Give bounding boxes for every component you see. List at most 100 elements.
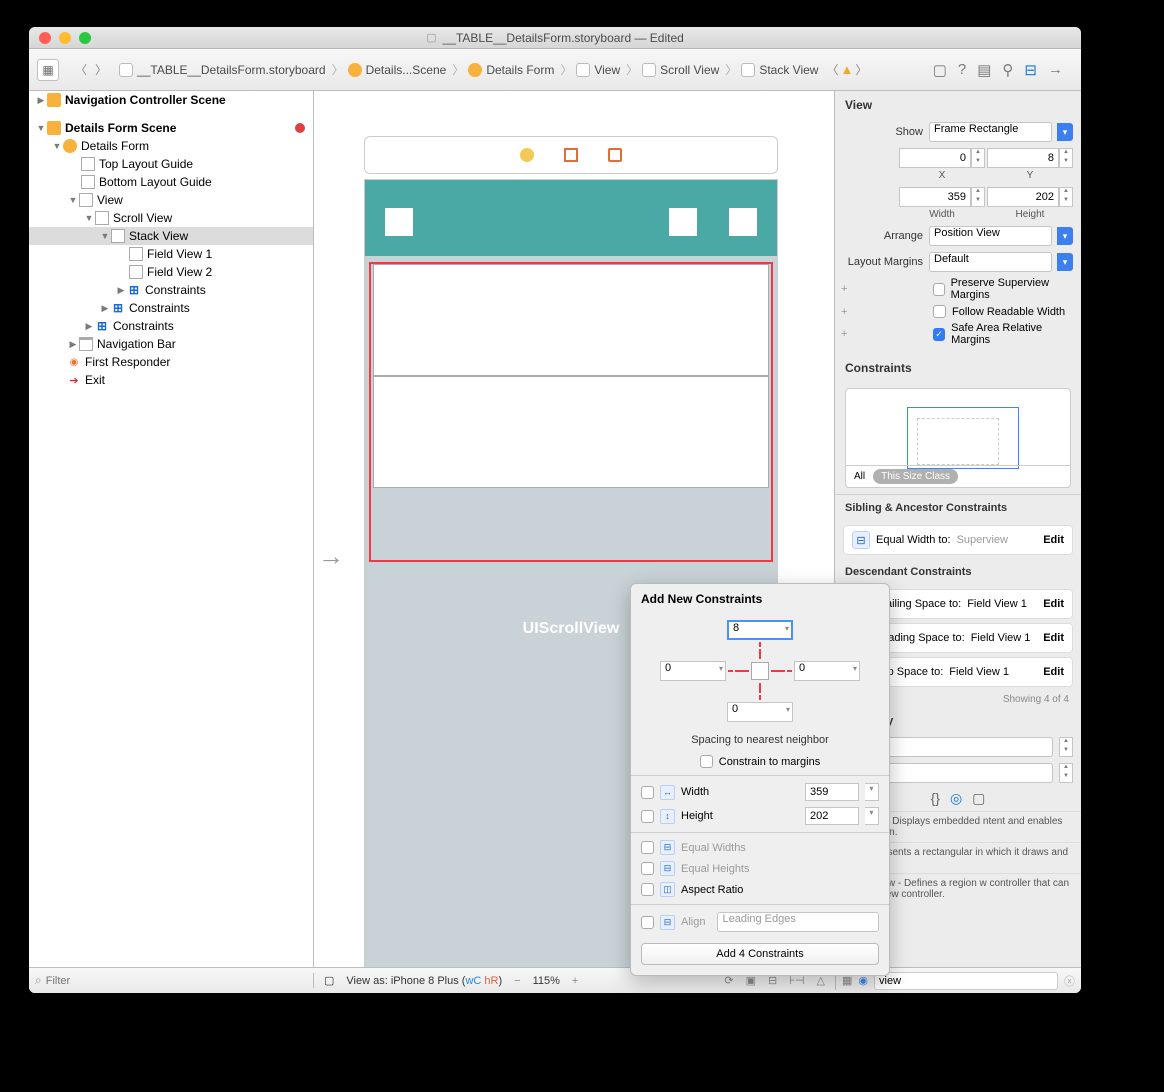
outline-item-constraints-scroll[interactable]: Constraints [129, 301, 190, 315]
crumb-controller[interactable]: Details Form〉 [468, 61, 574, 78]
zoom-out-button[interactable]: − [514, 975, 520, 987]
forward-button[interactable]: 〉 [91, 61, 111, 78]
file-inspector-tab[interactable]: ▢ [933, 61, 947, 79]
height-checkbox[interactable] [641, 810, 654, 823]
field-view-1[interactable] [373, 264, 769, 376]
outline-item-constraints-view[interactable]: Constraints [113, 319, 174, 333]
pin-bottom-field[interactable]: 0▾ [727, 702, 793, 722]
width-stepper[interactable]: ▲▼ [971, 187, 985, 207]
align-checkbox[interactable] [641, 916, 654, 929]
document-outline[interactable]: ▶ Navigation Controller Scene ▼ Details Fo… [29, 91, 314, 967]
crumb-stackview[interactable]: Stack View [741, 63, 818, 77]
crumb-file[interactable]: __TABLE__DetailsForm.storyboard〉 [119, 61, 346, 78]
zoom-level[interactable]: 115% [533, 975, 560, 987]
outline-item-stackview[interactable]: Stack View [129, 229, 188, 243]
outline-item-first-responder[interactable]: First Responder [85, 355, 170, 369]
outline-item-top-guide[interactable]: Top Layout Guide [99, 157, 193, 171]
quick-help-tab[interactable]: ? [958, 61, 966, 78]
edit-constraint-button[interactable]: Edit [1043, 598, 1064, 610]
crumb-scene-group[interactable]: Details...Scene〉 [348, 61, 467, 78]
outline-item-fieldview2[interactable]: Field View 2 [147, 265, 212, 279]
outline-scene-details[interactable]: Details Form Scene [65, 121, 176, 135]
outline-item-constraints-stack[interactable]: Constraints [145, 283, 206, 297]
height-stepper[interactable]: ▲▼ [1059, 187, 1073, 207]
zoom-window-button[interactable] [79, 32, 91, 44]
width-checkbox[interactable] [641, 786, 654, 799]
scene-error-icon[interactable] [295, 123, 305, 133]
edit-constraint-button[interactable]: Edit [1043, 666, 1064, 678]
safe-area-relative-margins-checkbox[interactable]: ✓ [933, 328, 945, 341]
arrange-select[interactable]: Position View [929, 226, 1052, 246]
library-tab-objects[interactable]: ◎ [950, 790, 962, 807]
library-tab-media[interactable]: ▢ [972, 790, 985, 807]
outline-item-bottom-guide[interactable]: Bottom Layout Guide [99, 175, 212, 189]
pin-left-field[interactable]: 0▾ [660, 661, 726, 681]
tab-this-size-class[interactable]: This Size Class [873, 469, 958, 484]
library-tab-code[interactable]: {} [931, 790, 940, 807]
edit-constraint-button[interactable]: Edit [1043, 534, 1064, 546]
crumb-scrollview[interactable]: Scroll View〉 [642, 61, 739, 78]
crumb-prev-arrow[interactable]: 〈 [826, 61, 838, 78]
outline-item-navbar[interactable]: Navigation Bar [97, 337, 176, 351]
close-window-button[interactable] [39, 32, 51, 44]
connections-inspector-tab[interactable]: → [1048, 61, 1063, 78]
scene-dock[interactable] [364, 136, 778, 174]
height-value-field[interactable] [805, 807, 859, 825]
minimize-window-button[interactable] [59, 32, 71, 44]
identity-inspector-tab[interactable]: ▤ [977, 61, 991, 79]
width-options[interactable]: ▾ [865, 783, 879, 801]
outline-item-detailsform[interactable]: Details Form [81, 139, 149, 153]
outline-filter-input[interactable] [46, 975, 307, 987]
constrain-to-margins-checkbox[interactable] [700, 755, 713, 768]
x-stepper[interactable]: ▲▼ [971, 148, 985, 168]
pin-bottom-strut[interactable] [759, 683, 761, 693]
width-value-field[interactable] [805, 783, 859, 801]
view-as-label[interactable]: View as: iPhone 8 Plus (wC hR) [346, 975, 502, 987]
crumb-view[interactable]: View〉 [576, 61, 640, 78]
warning-icon[interactable]: ▲ [840, 62, 853, 77]
attributes-inspector-tab[interactable]: ⚲ [1002, 61, 1013, 79]
outline-item-exit[interactable]: Exit [85, 373, 105, 387]
outline-scene-nav[interactable]: Navigation Controller Scene [65, 93, 226, 107]
aspect-ratio-checkbox[interactable] [641, 883, 654, 896]
add-constraints-button[interactable]: Add 4 Constraints [641, 943, 879, 965]
constraint-equal-width[interactable]: ⊟Equal Width to:SuperviewEdit [843, 525, 1073, 555]
exit-dock-icon[interactable] [608, 148, 622, 162]
crumb-next-arrow[interactable]: 〉 [855, 61, 867, 78]
device-select-button[interactable]: ▢ [324, 974, 334, 987]
dropdown-icon[interactable]: ▾ [1057, 123, 1073, 141]
outline-item-view[interactable]: View [97, 193, 123, 207]
pin-left-strut[interactable] [735, 670, 749, 672]
show-select[interactable]: Frame Rectangle [929, 122, 1052, 142]
first-responder-dock-icon[interactable] [564, 148, 578, 162]
viewcontroller-dock-icon[interactable] [520, 148, 534, 162]
height-options[interactable]: ▾ [865, 807, 879, 825]
tab-all[interactable]: All [854, 471, 865, 482]
outline-item-fieldview1[interactable]: Field View 1 [147, 247, 212, 261]
zoom-in-button[interactable]: + [572, 975, 578, 987]
disclosure-icon[interactable]: ▶ [35, 95, 47, 106]
pin-top-strut[interactable] [759, 649, 761, 659]
layout-margins-select[interactable]: Default [929, 252, 1052, 272]
add-variation-button[interactable]: + [841, 328, 847, 340]
align-select[interactable]: Leading Edges [717, 912, 879, 932]
library-filter-input[interactable] [874, 972, 1058, 990]
field-view-2[interactable] [373, 376, 769, 488]
pin-right-field[interactable]: 0▾ [794, 661, 860, 681]
disclosure-icon[interactable]: ▼ [35, 123, 47, 133]
y-stepper[interactable]: ▲▼ [1059, 148, 1073, 168]
dropdown-icon[interactable]: ▾ [1057, 227, 1073, 245]
width-field[interactable] [899, 187, 971, 207]
add-variation-button[interactable]: + [841, 283, 847, 295]
dropdown-icon[interactable]: ▾ [1057, 253, 1073, 271]
add-variation-button[interactable]: + [841, 306, 847, 318]
edit-constraint-button[interactable]: Edit [1043, 632, 1064, 644]
equal-widths-checkbox[interactable] [641, 841, 654, 854]
preserve-superview-margins-checkbox[interactable] [933, 283, 945, 296]
height-field[interactable] [987, 187, 1059, 207]
follow-readable-width-checkbox[interactable] [933, 305, 946, 318]
priority-stepper-1[interactable]: ▲▼ [1059, 737, 1073, 757]
x-field[interactable] [899, 148, 971, 168]
outline-item-scrollview[interactable]: Scroll View [113, 211, 172, 225]
constraints-diagram[interactable]: All This Size Class [845, 388, 1071, 488]
